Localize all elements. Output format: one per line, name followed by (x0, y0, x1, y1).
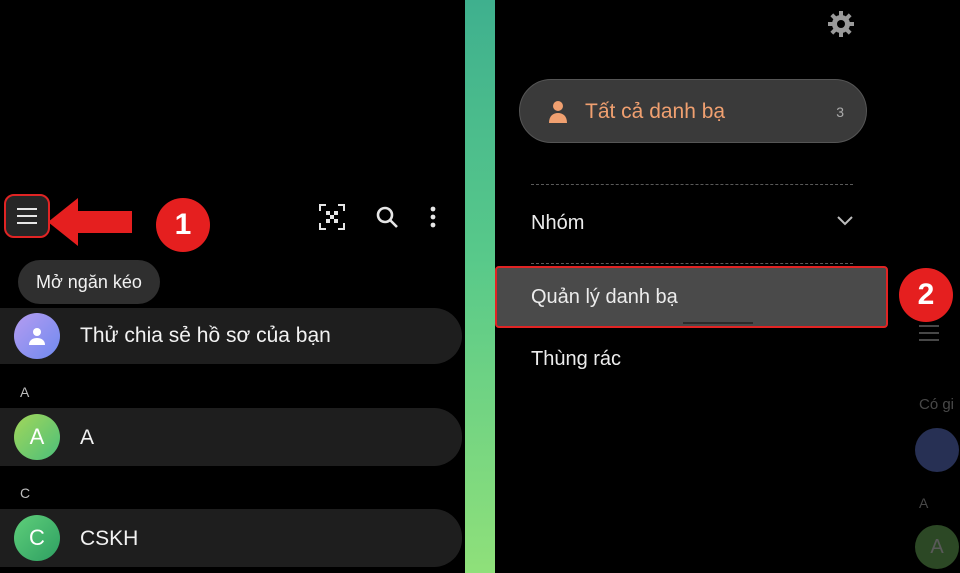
contact-name: A (80, 426, 95, 449)
search-icon (376, 206, 398, 228)
step-2-badge: 2 (899, 268, 953, 322)
all-contacts-label: Tất cả danh bạ (585, 100, 726, 123)
share-profile-row[interactable]: Thử chia sẻ hồ sơ của bạn (0, 308, 462, 364)
section-letter-c: C (20, 485, 31, 501)
trash-label: Thùng rác (531, 348, 622, 370)
open-drawer-tooltip: Mở ngăn kéo (18, 260, 160, 304)
section-letter-a: A (20, 384, 30, 400)
chevron-down-icon (837, 216, 853, 226)
more-options-button[interactable] (418, 202, 448, 232)
faded-letter: A (919, 495, 929, 511)
more-vert-icon (430, 206, 436, 228)
contact-row[interactable]: A A (0, 408, 462, 466)
contacts-list-panel: 1 Mở ngăn kéo Thử chia sẻ hồ sơ của bạn … (0, 0, 465, 573)
divider-line (531, 263, 853, 264)
contact-name: CSKH (80, 527, 139, 550)
qr-scan-icon (319, 204, 345, 230)
all-contacts-count: 3 (836, 104, 844, 120)
manage-contacts-item[interactable]: Quản lý danh bạ (495, 266, 888, 328)
contact-avatar: A (14, 414, 60, 460)
contact-avatar: C (14, 515, 60, 561)
manage-contacts-label: Quản lý danh bạ (531, 286, 678, 308)
search-button[interactable] (372, 202, 402, 232)
person-icon (549, 101, 567, 123)
profile-share-avatar (14, 313, 60, 359)
qr-scan-button[interactable] (317, 202, 347, 232)
navigation-drawer-panel: Tất cả danh bạ 3 Nhóm Quản lý danh bạ 2 … (495, 0, 960, 573)
trash-item[interactable]: Thùng rác (495, 332, 888, 386)
share-profile-label: Thử chia sẻ hồ sơ của bạn (80, 324, 331, 347)
person-share-icon (29, 328, 45, 345)
all-contacts-item[interactable]: Tất cả danh bạ 3 (519, 79, 867, 143)
faded-text: Có gi (919, 396, 955, 413)
contact-row[interactable]: C CSKH (0, 509, 462, 567)
underline-mark (683, 322, 753, 324)
screenshot-divider (465, 0, 495, 573)
faded-contact-avatar: A (915, 525, 959, 569)
red-arrow-annotation (48, 198, 132, 246)
open-drawer-button[interactable] (4, 194, 50, 238)
groups-label: Nhóm (531, 212, 585, 234)
faded-avatar (915, 428, 959, 472)
settings-gear-icon[interactable] (827, 10, 855, 38)
groups-item[interactable]: Nhóm (495, 196, 888, 250)
divider-line (531, 184, 853, 185)
menu-icon (17, 208, 37, 224)
step-1-badge: 1 (156, 198, 210, 252)
faded-menu-icon (919, 325, 939, 341)
